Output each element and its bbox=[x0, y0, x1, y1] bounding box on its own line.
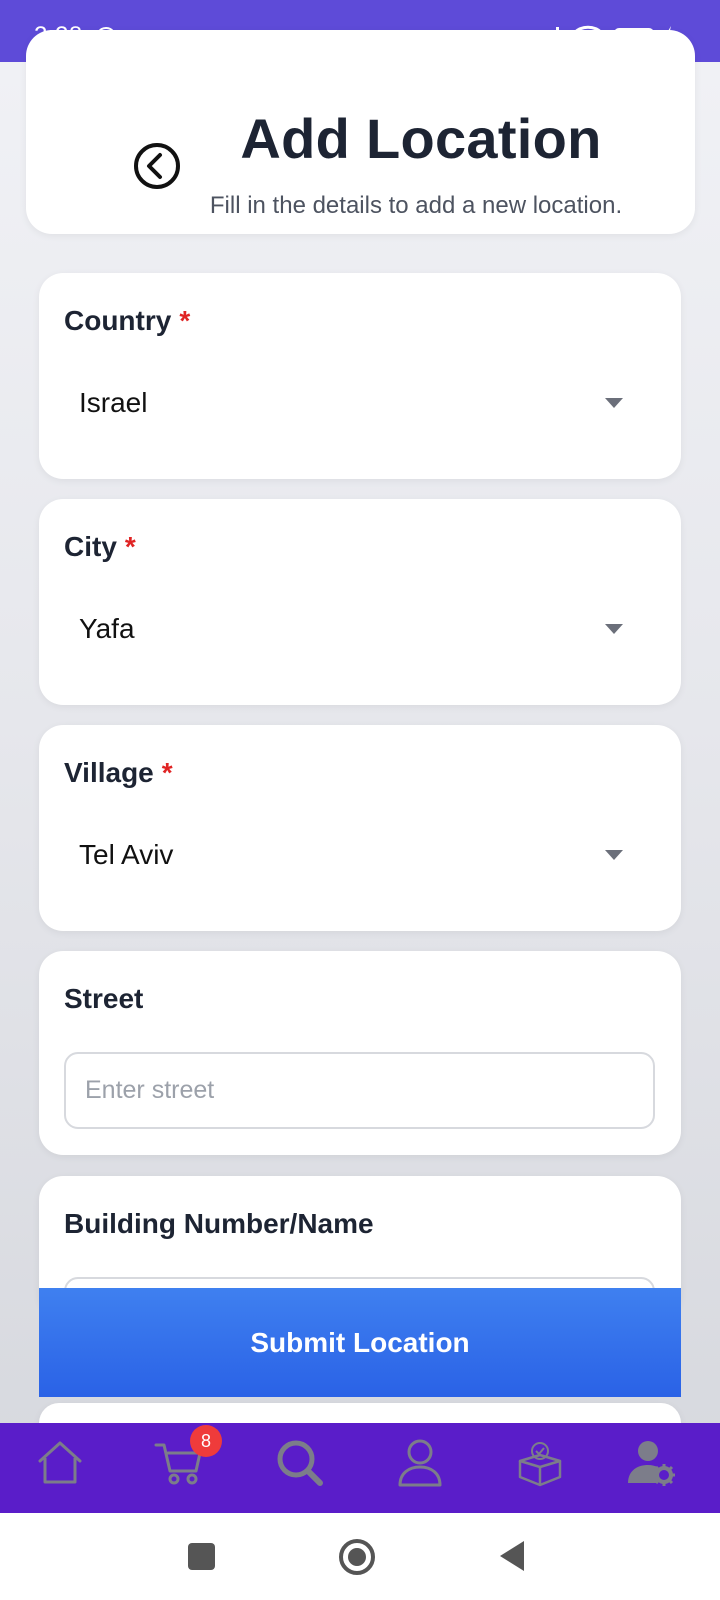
package-icon bbox=[518, 1442, 562, 1487]
village-select[interactable]: Tel Aviv bbox=[39, 805, 681, 905]
system-nav-bar bbox=[0, 1513, 720, 1600]
city-select[interactable]: Yafa bbox=[39, 579, 681, 679]
city-card: City * Yafa bbox=[39, 499, 681, 705]
user-settings-icon bbox=[628, 1441, 675, 1486]
page-subtitle: Fill in the details to add a new locatio… bbox=[209, 192, 623, 219]
street-card: Street bbox=[39, 951, 681, 1155]
back-button[interactable] bbox=[498, 1539, 528, 1573]
country-label-text: Country bbox=[64, 305, 172, 336]
profile-icon bbox=[398, 1439, 442, 1487]
city-select-value: Yafa bbox=[79, 613, 135, 644]
street-input[interactable] bbox=[64, 1052, 655, 1129]
required-marker: * bbox=[179, 305, 191, 336]
village-card: Village * Tel Aviv bbox=[39, 725, 681, 931]
nav-profile[interactable] bbox=[374, 1423, 464, 1513]
country-select-value: Israel bbox=[79, 387, 148, 418]
nav-home[interactable] bbox=[14, 1423, 104, 1513]
home-button[interactable] bbox=[337, 1537, 377, 1577]
country-select[interactable]: Israel bbox=[39, 353, 681, 453]
home-icon bbox=[38, 1441, 82, 1484]
nav-orders[interactable] bbox=[494, 1423, 584, 1513]
chevron-down-icon bbox=[605, 398, 623, 408]
city-label-text: City bbox=[64, 531, 117, 562]
submit-location-button[interactable]: Submit Location bbox=[39, 1288, 681, 1397]
header-card: Add Location Fill in the details to add … bbox=[26, 30, 695, 234]
city-label: City * bbox=[64, 531, 136, 563]
chevron-down-icon bbox=[605, 624, 623, 634]
search-icon bbox=[277, 1440, 323, 1486]
bottom-nav bbox=[0, 1423, 720, 1513]
country-card: Country * Israel bbox=[39, 273, 681, 479]
cart-count-badge: 8 bbox=[190, 1425, 222, 1457]
chevron-down-icon bbox=[605, 850, 623, 860]
required-marker: * bbox=[124, 531, 136, 562]
village-label: Village * bbox=[64, 757, 173, 789]
building-label: Building Number/Name bbox=[64, 1208, 374, 1239]
page-title: Add Location bbox=[240, 107, 602, 170]
nav-search[interactable] bbox=[254, 1423, 344, 1513]
village-label-text: Village bbox=[64, 757, 154, 788]
required-marker: * bbox=[161, 757, 173, 788]
country-label: Country * bbox=[64, 305, 190, 337]
nav-account-settings[interactable] bbox=[606, 1423, 696, 1513]
village-select-value: Tel Aviv bbox=[79, 839, 174, 870]
recent-apps-button[interactable] bbox=[188, 1543, 215, 1570]
street-label: Street bbox=[64, 983, 144, 1014]
back-arrow-icon[interactable] bbox=[132, 141, 182, 191]
